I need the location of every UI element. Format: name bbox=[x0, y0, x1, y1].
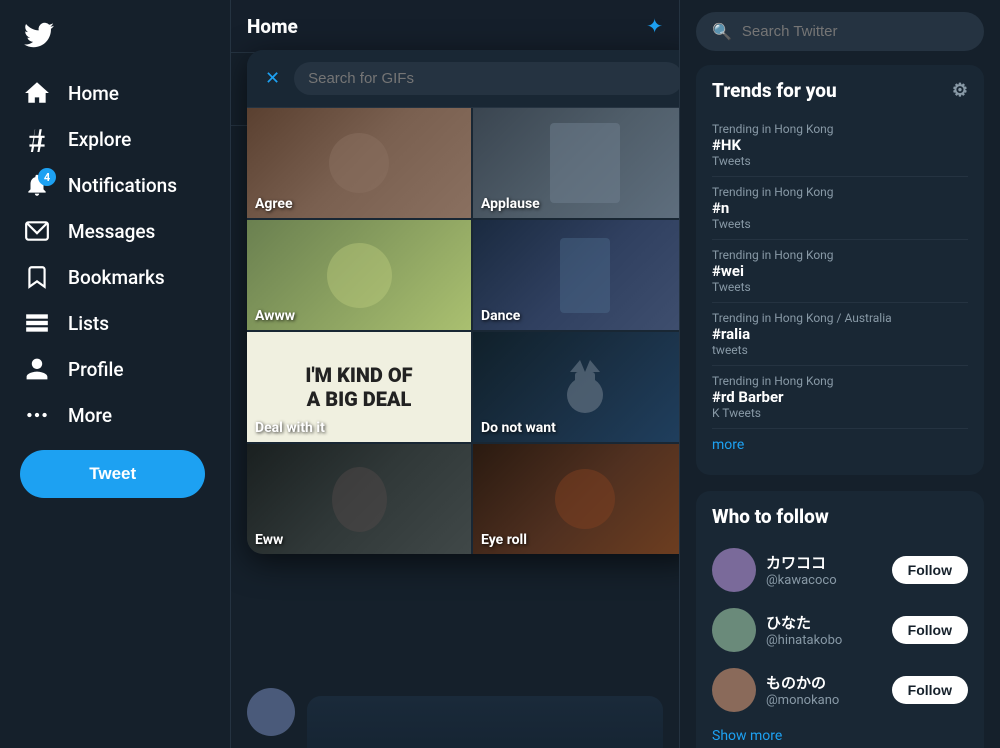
gif-close-button[interactable]: ✕ bbox=[261, 64, 284, 93]
follow-show-more[interactable]: Show more bbox=[712, 720, 968, 748]
sidebar-item-more[interactable]: More bbox=[12, 392, 218, 438]
feed-header: Home ✦ bbox=[231, 0, 679, 53]
gif-do-not-want-label: Do not want bbox=[481, 420, 556, 436]
follow-button-monokano[interactable]: Follow bbox=[892, 676, 968, 704]
trend-item-5[interactable]: Trending in Hong Kong #rd Barber K Tweet… bbox=[712, 366, 968, 429]
follow-item-hinatakobo: ひなた @hinatakobo Follow bbox=[712, 600, 968, 660]
follow-title: Who to follow bbox=[712, 505, 968, 528]
trend-item-1[interactable]: Trending in Hong Kong #HK Tweets bbox=[712, 114, 968, 177]
trend-item-2[interactable]: Trending in Hong Kong #n Tweets bbox=[712, 177, 968, 240]
gif-awww[interactable]: Awww bbox=[247, 220, 471, 330]
follow-handle-hinatakobo: @hinatakobo bbox=[766, 633, 882, 648]
messages-label: Messages bbox=[68, 220, 155, 243]
main-feed: Home ✦ ✕ Agree bbox=[230, 0, 680, 748]
hashtag-icon bbox=[24, 126, 50, 152]
gif-applause[interactable]: Applause bbox=[473, 108, 680, 218]
follow-avatar-hinatakobo[interactable] bbox=[712, 608, 756, 652]
gif-deal-with-it[interactable]: I'M KIND OF A BIG DEAL Deal with it bbox=[247, 332, 471, 442]
gif-agree[interactable]: Agree bbox=[247, 108, 471, 218]
trends-box: Trends for you ⚙ Trending in Hong Kong #… bbox=[696, 65, 984, 475]
follow-info-monokano: ものかの @monokano bbox=[766, 672, 882, 708]
tweet-button[interactable]: Tweet bbox=[20, 450, 205, 498]
gif-awww-label: Awww bbox=[255, 308, 295, 324]
lists-label: Lists bbox=[68, 312, 109, 335]
feed-title: Home bbox=[247, 15, 298, 38]
gif-dance-label: Dance bbox=[481, 308, 520, 324]
home-icon bbox=[24, 80, 50, 106]
gif-applause-label: Applause bbox=[481, 196, 540, 212]
follow-avatar-monokano[interactable] bbox=[712, 668, 756, 712]
notifications-label: Notifications bbox=[68, 174, 177, 197]
gif-agree-label: Agree bbox=[255, 196, 293, 212]
gif-do-not-want[interactable]: Do not want bbox=[473, 332, 680, 442]
follow-item-monokano: ものかの @monokano Follow bbox=[712, 660, 968, 720]
explore-label: Explore bbox=[68, 128, 131, 151]
bookmark-icon bbox=[24, 264, 50, 290]
follow-name-monokano: ものかの bbox=[766, 672, 882, 693]
follow-info-hinatakobo: ひなた @hinatakobo bbox=[766, 612, 882, 648]
sidebar-item-messages[interactable]: Messages bbox=[12, 208, 218, 254]
more-label: More bbox=[68, 404, 112, 427]
follow-handle-monokano: @monokano bbox=[766, 693, 882, 708]
gif-eye-roll[interactable]: Eye roll bbox=[473, 444, 680, 554]
tweet-avatar bbox=[247, 688, 295, 736]
sidebar-item-bookmarks[interactable]: Bookmarks bbox=[12, 254, 218, 300]
follow-info-kawacoco: カワココ @kawacoco bbox=[766, 552, 882, 588]
gif-deal-label: Deal with it bbox=[255, 420, 325, 436]
sidebar-item-explore[interactable]: Explore bbox=[12, 116, 218, 162]
list-icon bbox=[24, 310, 50, 336]
left-sidebar: Home Explore 4 Notifications Messages Bo… bbox=[0, 0, 230, 748]
right-sidebar: 🔍 Trends for you ⚙ Trending in Hong Kong… bbox=[680, 0, 1000, 748]
trend-item-3[interactable]: Trending in Hong Kong #wei Tweets bbox=[712, 240, 968, 303]
follow-button-kawacoco[interactable]: Follow bbox=[892, 556, 968, 584]
gif-picker-overlay: ✕ Agree Applause bbox=[247, 50, 680, 554]
gif-eye-roll-label: Eye roll bbox=[481, 532, 527, 548]
profile-label: Profile bbox=[68, 358, 124, 381]
tweet-card-video: Video content 0:01 837.3K views TikTok 1… bbox=[231, 676, 679, 748]
search-bar[interactable]: 🔍 bbox=[696, 12, 984, 51]
sidebar-item-home[interactable]: Home bbox=[12, 70, 218, 116]
notifications-badge: 4 bbox=[38, 168, 56, 186]
gif-search-bar: ✕ bbox=[247, 50, 680, 108]
mail-icon bbox=[24, 218, 50, 244]
sparkle-icon[interactable]: ✦ bbox=[646, 14, 663, 38]
follow-name-hinatakobo: ひなた bbox=[766, 612, 882, 633]
settings-icon[interactable]: ⚙ bbox=[952, 80, 968, 101]
follow-box: Who to follow カワココ @kawacoco Follow ひなた … bbox=[696, 491, 984, 748]
follow-button-hinatakobo[interactable]: Follow bbox=[892, 616, 968, 644]
follow-item-kawacoco: カワココ @kawacoco Follow bbox=[712, 540, 968, 600]
gif-dance[interactable]: Dance bbox=[473, 220, 680, 330]
follow-avatar-kawacoco[interactable] bbox=[712, 548, 756, 592]
gif-search-input[interactable] bbox=[294, 62, 680, 95]
trend-item-4[interactable]: Trending in Hong Kong / Australia #ralia… bbox=[712, 303, 968, 366]
video-preview[interactable]: Video content 0:01 837.3K views TikTok bbox=[307, 696, 663, 748]
sidebar-item-notifications[interactable]: 4 Notifications bbox=[12, 162, 218, 208]
dots-icon bbox=[24, 402, 50, 428]
search-input[interactable] bbox=[742, 23, 968, 40]
follow-handle-kawacoco: @kawacoco bbox=[766, 573, 882, 588]
search-icon: 🔍 bbox=[712, 22, 732, 41]
gif-eww[interactable]: Eww bbox=[247, 444, 471, 554]
trends-title: Trends for you ⚙ bbox=[712, 79, 968, 102]
trends-show-more[interactable]: more bbox=[712, 429, 968, 461]
tweet-body: Video content 0:01 837.3K views TikTok 1… bbox=[307, 688, 663, 748]
sidebar-item-lists[interactable]: Lists bbox=[12, 300, 218, 346]
gif-deal-text: I'M KIND OF A BIG DEAL bbox=[297, 355, 420, 419]
sidebar-item-profile[interactable]: Profile bbox=[12, 346, 218, 392]
person-icon bbox=[24, 356, 50, 382]
gif-grid: Agree Applause Awww bbox=[247, 108, 680, 554]
follow-name-kawacoco: カワココ bbox=[766, 552, 882, 573]
home-label: Home bbox=[68, 82, 119, 105]
gif-eww-label: Eww bbox=[255, 532, 283, 548]
bookmarks-label: Bookmarks bbox=[68, 266, 165, 289]
twitter-logo[interactable] bbox=[12, 8, 66, 66]
